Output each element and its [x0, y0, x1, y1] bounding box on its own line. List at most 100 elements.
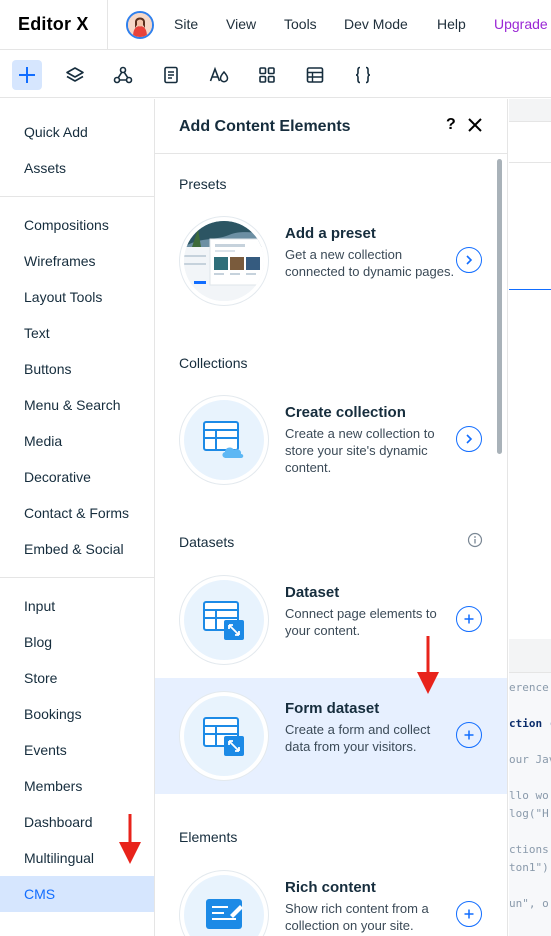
dataset-icon	[203, 601, 244, 640]
card-create-collection[interactable]: Create collection Create a new collectio…	[155, 382, 507, 498]
add-rich-content-button[interactable]	[456, 901, 482, 927]
typography-button[interactable]	[204, 60, 234, 90]
connections-button[interactable]	[108, 60, 138, 90]
nav-view[interactable]: View	[226, 16, 256, 32]
section-elements: Elements	[179, 829, 238, 845]
help-button[interactable]: ?	[446, 116, 456, 134]
code-line: un", o	[509, 897, 549, 910]
sidebar-item-media[interactable]: Media	[0, 423, 154, 459]
tool-bar	[0, 51, 551, 98]
pages-button[interactable]	[156, 60, 186, 90]
code-braces-icon	[355, 66, 371, 84]
card-description: Create a new collection to store your si…	[285, 426, 435, 475]
plus-icon	[464, 730, 474, 740]
collection-cloud-icon	[203, 421, 244, 458]
canvas-page[interactable]	[509, 121, 551, 639]
connections-icon	[113, 66, 133, 84]
sidebar-item-layout-tools[interactable]: Layout Tools	[0, 279, 154, 315]
card-add-preset[interactable]: Add a preset Get a new collection connec…	[155, 203, 507, 319]
rich-content-icon	[206, 899, 243, 929]
nav-help[interactable]: Help	[437, 16, 466, 32]
sidebar-item-embed-social[interactable]: Embed & Social	[0, 531, 154, 567]
card-description: Show rich content from a collection on y…	[285, 901, 429, 933]
code-line: ctions	[509, 843, 549, 856]
panel-header: Add Content Elements ?	[155, 99, 507, 154]
plus-icon	[464, 909, 474, 919]
card-rich-content[interactable]: Rich content Show rich content from a co…	[155, 857, 507, 936]
code-line: ction (	[509, 717, 551, 730]
sidebar-item-bookings[interactable]: Bookings	[0, 696, 154, 732]
card-title: Rich content	[285, 879, 376, 896]
card-title: Create collection	[285, 404, 406, 421]
editor-canvas: erence ction ( our Jav llo wo log("H cti…	[509, 99, 551, 936]
layers-button[interactable]	[60, 60, 90, 90]
selection-line	[509, 289, 551, 290]
editor-x-logo[interactable]: Editor X	[18, 14, 89, 35]
form-dataset-thumbnail	[180, 692, 268, 780]
typography-icon	[209, 66, 229, 83]
sidebar-item-wireframes[interactable]: Wireframes	[0, 243, 154, 279]
code-line: ton1")	[509, 861, 549, 874]
section-datasets: Datasets	[179, 534, 235, 550]
cms-button[interactable]	[300, 60, 330, 90]
card-description: Create a form and collect data from your…	[285, 722, 431, 754]
sidebar-item-input[interactable]: Input	[0, 588, 154, 624]
avatar-image	[128, 13, 152, 37]
sidebar-item-store[interactable]: Store	[0, 660, 154, 696]
panel-scrollbar[interactable]	[497, 159, 502, 454]
canvas-divider	[509, 162, 551, 163]
sidebar-item-text[interactable]: Text	[0, 315, 154, 351]
rich-content-thumbnail	[180, 871, 268, 936]
add-elements-button[interactable]	[12, 60, 42, 90]
code-line: our Jav	[509, 753, 551, 766]
sidebar-item-buttons[interactable]: Buttons	[0, 351, 154, 387]
card-dataset[interactable]: Dataset Connect page elements to your co…	[155, 562, 507, 678]
sidebar-divider	[0, 196, 154, 197]
sidebar-item-menu-search[interactable]: Menu & Search	[0, 387, 154, 423]
red-arrow-down-icon	[119, 814, 141, 864]
nav-dev-mode[interactable]: Dev Mode	[344, 16, 408, 32]
avatar[interactable]	[126, 11, 154, 39]
card-description: Get a new collection connected to dynami…	[285, 247, 455, 279]
sidebar-item-assets[interactable]: Assets	[0, 150, 154, 186]
upgrade-link[interactable]: Upgrade	[494, 16, 548, 32]
close-icon[interactable]	[466, 116, 484, 134]
red-arrow-down-icon	[417, 636, 439, 694]
card-form-dataset[interactable]: Form dataset Create a form and collect d…	[155, 678, 507, 794]
code-line: llo wo	[509, 789, 549, 802]
sidebar-item-contact-forms[interactable]: Contact & Forms	[0, 495, 154, 531]
sidebar-item-events[interactable]: Events	[0, 732, 154, 768]
top-divider	[107, 0, 108, 50]
sidebar-item-members[interactable]: Members	[0, 768, 154, 804]
add-form-dataset-button[interactable]	[456, 722, 482, 748]
open-collection-button[interactable]	[456, 426, 482, 452]
section-collections: Collections	[179, 355, 248, 371]
card-title: Dataset	[285, 584, 340, 601]
card-title: Form dataset	[285, 700, 380, 717]
nav-site[interactable]: Site	[174, 16, 198, 32]
sidebar-item-blog[interactable]: Blog	[0, 624, 154, 660]
section-presets: Presets	[179, 176, 227, 192]
code-button[interactable]	[348, 60, 378, 90]
open-preset-button[interactable]	[456, 247, 482, 273]
nav-tools[interactable]: Tools	[284, 16, 317, 32]
chevron-right-icon	[466, 255, 473, 265]
code-line: log("H	[509, 807, 549, 820]
card-title: Add a preset	[285, 225, 376, 242]
sidebar-item-compositions[interactable]: Compositions	[0, 207, 154, 243]
pages-icon	[164, 66, 178, 84]
plus-icon	[464, 614, 474, 624]
apps-button[interactable]	[252, 60, 282, 90]
sidebar-item-decorative[interactable]: Decorative	[0, 459, 154, 495]
sidebar-item-cms[interactable]: CMS	[0, 876, 154, 912]
panel-title: Add Content Elements	[179, 118, 351, 135]
add-dataset-button[interactable]	[456, 606, 482, 632]
code-panel[interactable]: erence ction ( our Jav llo wo log("H cti…	[509, 672, 551, 936]
apps-icon	[259, 67, 275, 83]
add-icon	[19, 67, 35, 83]
dataset-thumbnail	[180, 576, 268, 664]
form-dataset-icon	[203, 717, 244, 756]
card-description: Connect page elements to your content.	[285, 606, 437, 638]
sidebar-item-quick-add[interactable]: Quick Add	[0, 114, 154, 150]
info-icon[interactable]	[467, 532, 483, 548]
